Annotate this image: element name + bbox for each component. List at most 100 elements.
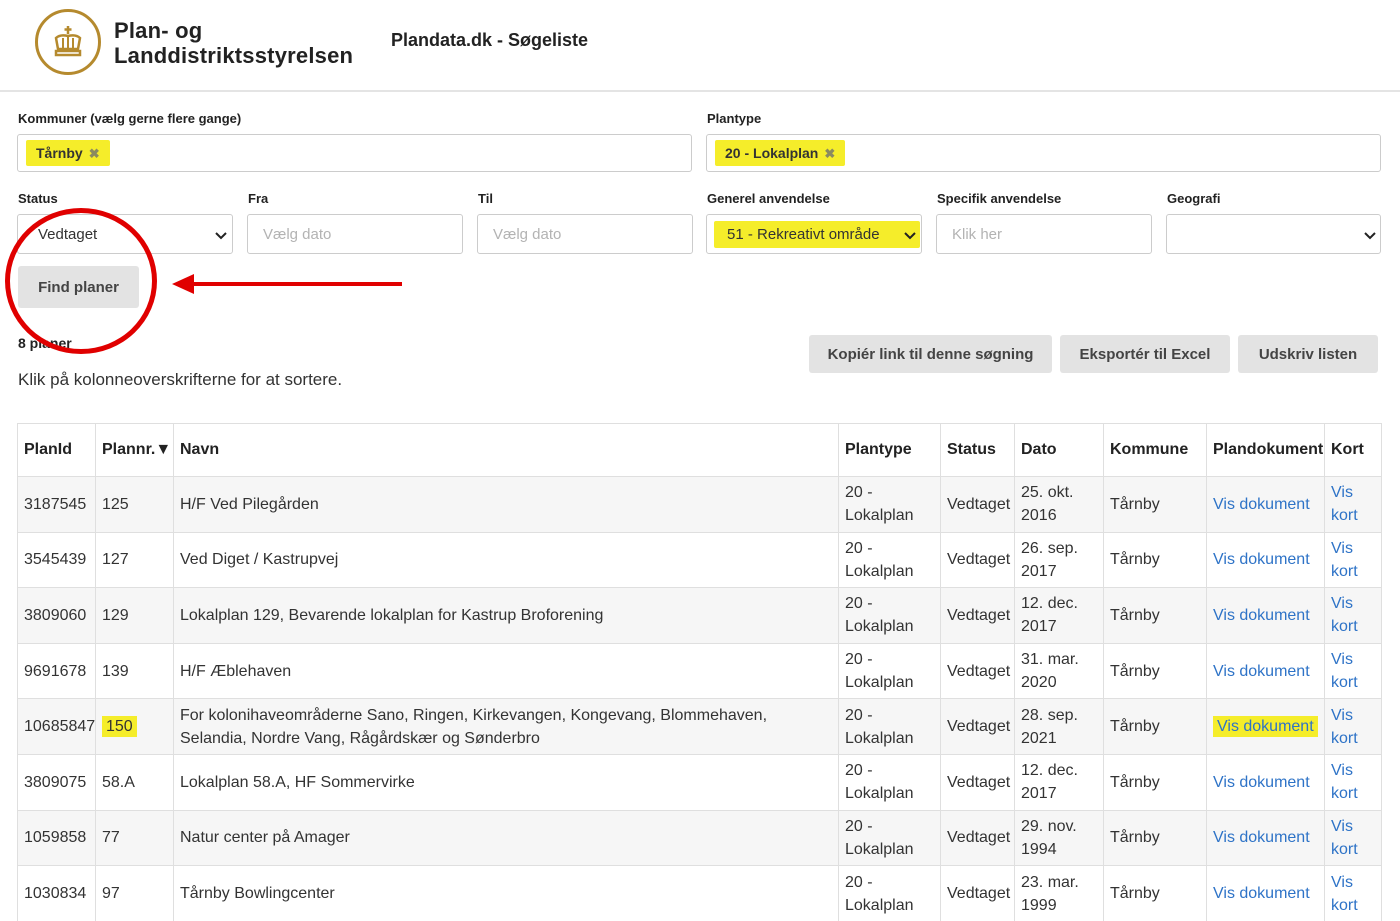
page-header: Plan- og Landdistriktsstyrelsen Plandata… [0,0,1400,92]
vis-kort-line2[interactable]: kort [1331,782,1375,805]
planid-text: 9691678 [24,662,87,680]
vis-kort-line1[interactable]: Vis [1331,537,1375,560]
vis-kort-line1[interactable]: Vis [1331,759,1375,782]
vis-kort-line1[interactable]: Vis [1331,704,1375,727]
vis-kort-line1[interactable]: Vis [1331,592,1375,615]
fra-date-input[interactable]: Vælg dato [247,214,463,254]
vis-kort-line1[interactable]: Vis [1331,871,1375,894]
cell-plandokument: Vis dokument [1206,642,1325,699]
til-placeholder: Vælg dato [493,226,562,243]
specifik-anvendelse-label: Specifik anvendelse [937,191,1062,206]
vis-kort-line2[interactable]: kort [1331,838,1375,861]
vis-kort-link[interactable]: Vis kort [1331,481,1375,527]
remove-tag-icon[interactable]: ✖ [824,146,835,161]
col-header-plantype[interactable]: Plantype [838,423,941,477]
vis-dokument-link[interactable]: Vis dokument [1213,716,1318,738]
vis-dokument-link[interactable]: Vis dokument [1213,663,1310,680]
cell-kort: Vis kort [1324,642,1382,699]
vis-kort-line1[interactable]: Vis [1331,815,1375,838]
plannr-text: 77 [102,829,120,847]
dato-line2: 2017 [1021,618,1057,636]
kommuner-multiselect[interactable]: Tårnby ✖ [17,134,692,172]
plantype-multiselect[interactable]: 20 - Lokalplan ✖ [706,134,1381,172]
dato-line1: 31. mar. [1021,651,1079,669]
til-date-input[interactable]: Vælg dato [477,214,693,254]
crown-logo-icon [35,9,101,75]
dato-line1: 12. dec. [1021,595,1078,613]
vis-dokument-link[interactable]: Vis dokument [1213,607,1310,624]
cell-status: Vedtaget [940,698,1015,755]
copy-link-button[interactable]: Kopiér link til denne søgning [809,335,1052,373]
vis-kort-line2[interactable]: kort [1331,560,1375,583]
vis-kort-line1[interactable]: Vis [1331,648,1375,671]
cell-planid: 3187545 [17,476,96,533]
cell-navn: H/F Æblehaven [173,642,839,699]
specifik-placeholder: Klik her [952,226,1003,243]
col-header-kort[interactable]: Kort [1324,423,1382,477]
cell-kort: Vis kort [1324,587,1382,644]
cell-navn: Lokalplan 129, Bevarende lokalplan for K… [173,587,839,644]
export-excel-button[interactable]: Eksportér til Excel [1060,335,1230,373]
dato-line2: 2017 [1021,785,1057,803]
vis-kort-link[interactable]: Vis kort [1331,592,1375,638]
vis-kort-link[interactable]: Vis kort [1331,871,1375,917]
cell-status: Vedtaget [940,753,1015,811]
generel-anvendelse-select[interactable]: 51 - Rekreativt område [706,214,922,254]
specifik-anvendelse-input[interactable]: Klik her [936,214,1152,254]
plantype-tag-label: 20 - Lokalplan [725,145,819,161]
table-row: 10685847 150 For kolonihaveområderne Sano,… [17,698,1382,755]
fra-label: Fra [248,191,269,206]
col-header-status[interactable]: Status [940,423,1015,477]
col-header-dato[interactable]: Dato [1014,423,1104,477]
kommune-text: Tårnby [1110,606,1160,624]
navn-text: H/F Ved Pilegården [180,495,319,513]
print-list-button[interactable]: Udskriv listen [1238,335,1378,373]
vis-kort-link[interactable]: Vis kort [1331,648,1375,694]
planid-text: 3809075 [24,773,87,791]
geografi-select[interactable] [1166,214,1381,254]
vis-dokument-link[interactable]: Vis dokument [1213,829,1310,846]
navn-text: Lokalplan 129, Bevarende lokalplan for K… [180,606,604,624]
remove-tag-icon[interactable]: ✖ [89,146,100,161]
col-header-plandokument[interactable]: Plandokument [1206,423,1325,477]
vis-kort-line2[interactable]: kort [1331,615,1375,638]
col-header-planid[interactable]: PlanId [17,423,96,477]
vis-kort-link[interactable]: Vis kort [1331,537,1375,583]
kommuner-tag-tarnby[interactable]: Tårnby ✖ [26,140,110,166]
cell-status: Vedtaget [940,531,1015,588]
vis-kort-line2[interactable]: kort [1331,671,1375,694]
planid-text: 10685847 [24,718,96,736]
vis-dokument-link[interactable]: Vis dokument [1213,885,1310,902]
vis-dokument-link[interactable]: Vis dokument [1213,496,1310,513]
cell-plandokument: Vis dokument [1206,531,1325,588]
cell-plannr: 58.A [95,753,174,811]
dato-line2: 2021 [1021,729,1057,747]
cell-planid: 1059858 [17,809,96,866]
vis-kort-line2[interactable]: kort [1331,727,1375,750]
planid-text: 3545439 [24,551,87,569]
dato-line1: 23. mar. [1021,873,1079,891]
plantype-tag-lokalplan[interactable]: 20 - Lokalplan ✖ [715,140,846,166]
vis-kort-link[interactable]: Vis kort [1331,704,1375,750]
cell-status: Vedtaget [940,476,1015,533]
vis-dokument-link[interactable]: Vis dokument [1213,551,1310,568]
cell-navn: Natur center på Amager [173,809,839,866]
status-text: Vedtaget [947,829,1011,847]
cell-plannr: 150 [95,698,174,755]
status-select[interactable]: Vedtaget [17,214,233,254]
vis-kort-line2[interactable]: kort [1331,504,1375,527]
find-planer-button[interactable]: Find planer [18,266,139,308]
vis-kort-line1[interactable]: Vis [1331,481,1375,504]
cell-dato: 28. sep. 2021 [1014,698,1104,755]
col-header-navn[interactable]: Navn [173,423,839,477]
plantype-line2: Lokalplan [845,840,914,858]
col-header-kommune[interactable]: Kommune [1103,423,1207,477]
plannr-text: 129 [102,606,129,624]
cell-dato: 29. nov. 1994 [1014,809,1104,866]
vis-kort-line2[interactable]: kort [1331,894,1375,917]
vis-dokument-link[interactable]: Vis dokument [1213,774,1310,791]
vis-kort-link[interactable]: Vis kort [1331,815,1375,861]
vis-kort-link[interactable]: Vis kort [1331,759,1375,805]
cell-kommune: Tårnby [1103,587,1207,644]
col-header-plannr[interactable]: Plannr.▼ [95,423,174,477]
